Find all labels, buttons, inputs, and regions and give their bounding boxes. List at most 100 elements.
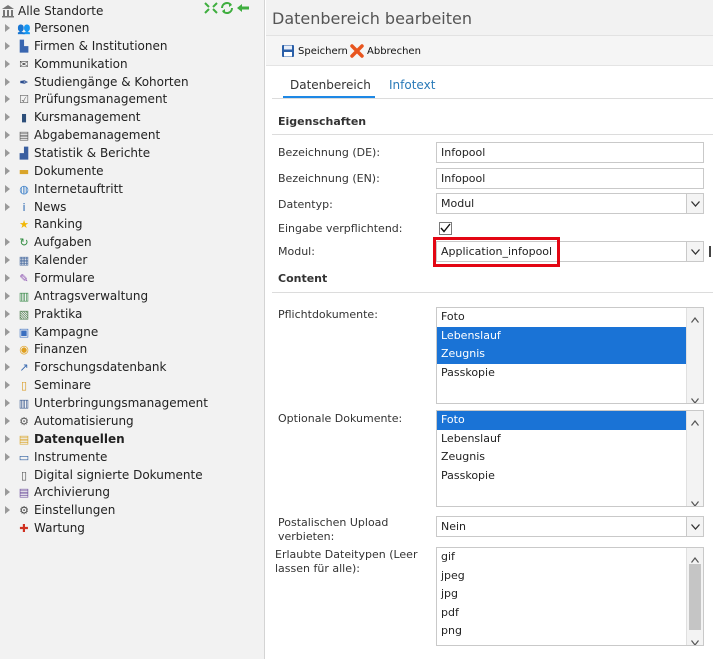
sidebar-item[interactable]: ▬ Dokumente [0,163,263,181]
scroll-thumb[interactable] [689,564,701,630]
sidebar-item[interactable]: ▥ Unterbringungsmanagement [0,395,263,413]
scroll-down-icon[interactable] [691,635,699,645]
expand-arrow-icon[interactable] [5,345,10,354]
refresh-icon[interactable] [220,2,234,14]
scroll-up-icon[interactable] [691,312,699,323]
expand-arrow-icon[interactable] [5,452,10,461]
expand-arrow-icon[interactable] [5,274,10,283]
sidebar-item[interactable]: ▯ Digital signierte Dokumente [0,467,263,485]
expand-arrow-icon[interactable] [5,416,10,425]
list-option[interactable]: jpeg [437,567,703,586]
expand-arrow-icon[interactable] [5,24,10,32]
sidebar-item[interactable]: ▟ Statistik & Berichte [0,145,263,163]
postalischen-upload-select[interactable]: Nein [436,516,704,537]
expand-arrow-icon[interactable] [5,166,10,175]
sidebar-item[interactable]: ▤ Archivierung [0,484,263,502]
sidebar-item[interactable]: ▯ Seminare [0,377,263,395]
expand-arrow-icon[interactable] [5,59,10,68]
expand-arrow-icon[interactable] [5,131,10,140]
list-option[interactable]: gif [437,548,703,567]
bezeichnung-de-input[interactable]: Infopool [436,142,704,163]
chevron-down-icon[interactable] [686,517,703,536]
sidebar-item[interactable]: ☑ Prüfungsmanagement [0,91,263,109]
list-option[interactable]: Passkopie [437,364,703,383]
sidebar-item[interactable]: ▤ Abgabemanagement [0,127,263,145]
sidebar-item[interactable]: 👥 Personen [0,20,263,38]
list-option[interactable]: Foto [437,308,703,327]
scrollbar[interactable] [686,411,703,506]
list-option[interactable]: Lebenslauf [437,326,703,345]
list-option[interactable]: pdf [437,604,703,623]
list-option[interactable]: Zeugnis [437,448,703,467]
scroll-up-icon[interactable] [691,415,699,426]
scroll-up-icon[interactable] [691,552,699,563]
application-icon: ▥ [18,289,30,303]
eingabe-verpflichtend-checkbox[interactable] [439,222,452,235]
scrollbar[interactable] [686,548,703,645]
sidebar-item[interactable]: ◍ Internetauftritt [0,181,263,199]
expand-arrow-icon[interactable] [5,95,10,104]
chevron-down-icon[interactable] [686,242,703,261]
factory-icon: ▙ [19,39,29,53]
scroll-down-icon[interactable] [691,496,699,506]
expand-arrow-icon[interactable] [5,202,10,211]
scroll-down-icon[interactable] [691,393,699,403]
sidebar-item[interactable]: ⚙ Automatisierung [0,413,263,431]
expand-arrow-icon[interactable] [5,77,10,86]
sidebar-item[interactable]: ▧ Praktika [0,306,263,324]
expand-all-icon[interactable] [204,2,218,14]
tree-root-label: Alle Standorte [18,4,104,18]
optionale-dokumente-listbox[interactable]: Foto Lebenslauf Zeugnis Passkopie [436,410,704,507]
expand-arrow-icon[interactable] [5,184,10,193]
sidebar-item[interactable]: ▥ Antragsverwaltung [0,288,263,306]
sidebar-item[interactable]: ▦ Kalender [0,252,263,270]
sidebar-item[interactable]: ◉ Finanzen [0,341,263,359]
list-option[interactable]: Lebenslauf [437,430,703,449]
sidebar-item[interactable]: ⚙ Einstellungen [0,502,263,520]
sidebar-item[interactable]: ▮ Kursmanagement [0,109,263,127]
expand-arrow-icon[interactable] [5,399,10,408]
sidebar-item[interactable]: i News [0,199,263,217]
list-option[interactable]: jpg [437,585,703,604]
expand-arrow-icon[interactable] [5,488,10,497]
sidebar-item[interactable]: ✎ Formulare [0,270,263,288]
sidebar-item[interactable]: ▣ Kampagne [0,324,263,342]
sidebar-item[interactable]: ▤ Datenquellen [0,431,263,449]
expand-arrow-icon[interactable] [5,309,10,318]
expand-arrow-icon[interactable] [5,41,10,50]
cancel-button[interactable]: Abbrechen [350,43,421,59]
sidebar-item[interactable]: ✒ Studiengänge & Kohorten [0,74,263,92]
list-option[interactable]: Passkopie [437,467,703,486]
sidebar-item[interactable]: ✚ Wartung [0,520,263,538]
sidebar-item[interactable]: ✉ Kommunikation [0,56,263,74]
tab-infotext[interactable]: Infotext [389,78,435,92]
sidebar-item[interactable]: ★ Ranking [0,216,263,234]
scrollbar[interactable] [686,308,703,403]
sidebar-item[interactable]: ↻ Aufgaben [0,234,263,252]
sidebar-item[interactable]: ▭ Instrumente [0,449,263,467]
tab-datenbereich[interactable]: Datenbereich [290,78,371,92]
back-arrow-icon[interactable] [236,2,250,14]
bezeichnung-en-input[interactable]: Infopool [436,168,704,189]
expand-arrow-icon[interactable] [5,434,10,443]
pflichtdokumente-listbox[interactable]: Foto Lebenslauf Zeugnis Passkopie [436,307,704,404]
expand-arrow-icon[interactable] [5,291,10,300]
expand-arrow-icon[interactable] [5,506,10,515]
expand-arrow-icon[interactable] [5,327,10,336]
expand-arrow-icon[interactable] [5,363,10,372]
expand-arrow-icon[interactable] [5,256,10,265]
expand-arrow-icon[interactable] [5,113,10,122]
expand-arrow-icon[interactable] [5,238,10,247]
save-button[interactable]: Speichern [281,43,348,59]
sidebar-item-label: Antragsverwaltung [34,288,149,303]
list-option[interactable]: Foto [437,411,703,430]
erlaubte-dateitypen-listbox[interactable]: gif jpeg jpg pdf png [436,547,704,646]
sidebar-item[interactable]: ↗ Forschungsdatenbank [0,359,263,377]
expand-arrow-icon[interactable] [5,381,10,390]
list-option[interactable]: png [437,622,703,641]
expand-arrow-icon[interactable] [5,149,10,158]
chevron-down-icon[interactable] [686,194,703,213]
sidebar-item[interactable]: ▙ Firmen & Institutionen [0,38,263,56]
list-option[interactable]: Zeugnis [437,345,703,364]
datentyp-select[interactable]: Modul [436,193,704,214]
